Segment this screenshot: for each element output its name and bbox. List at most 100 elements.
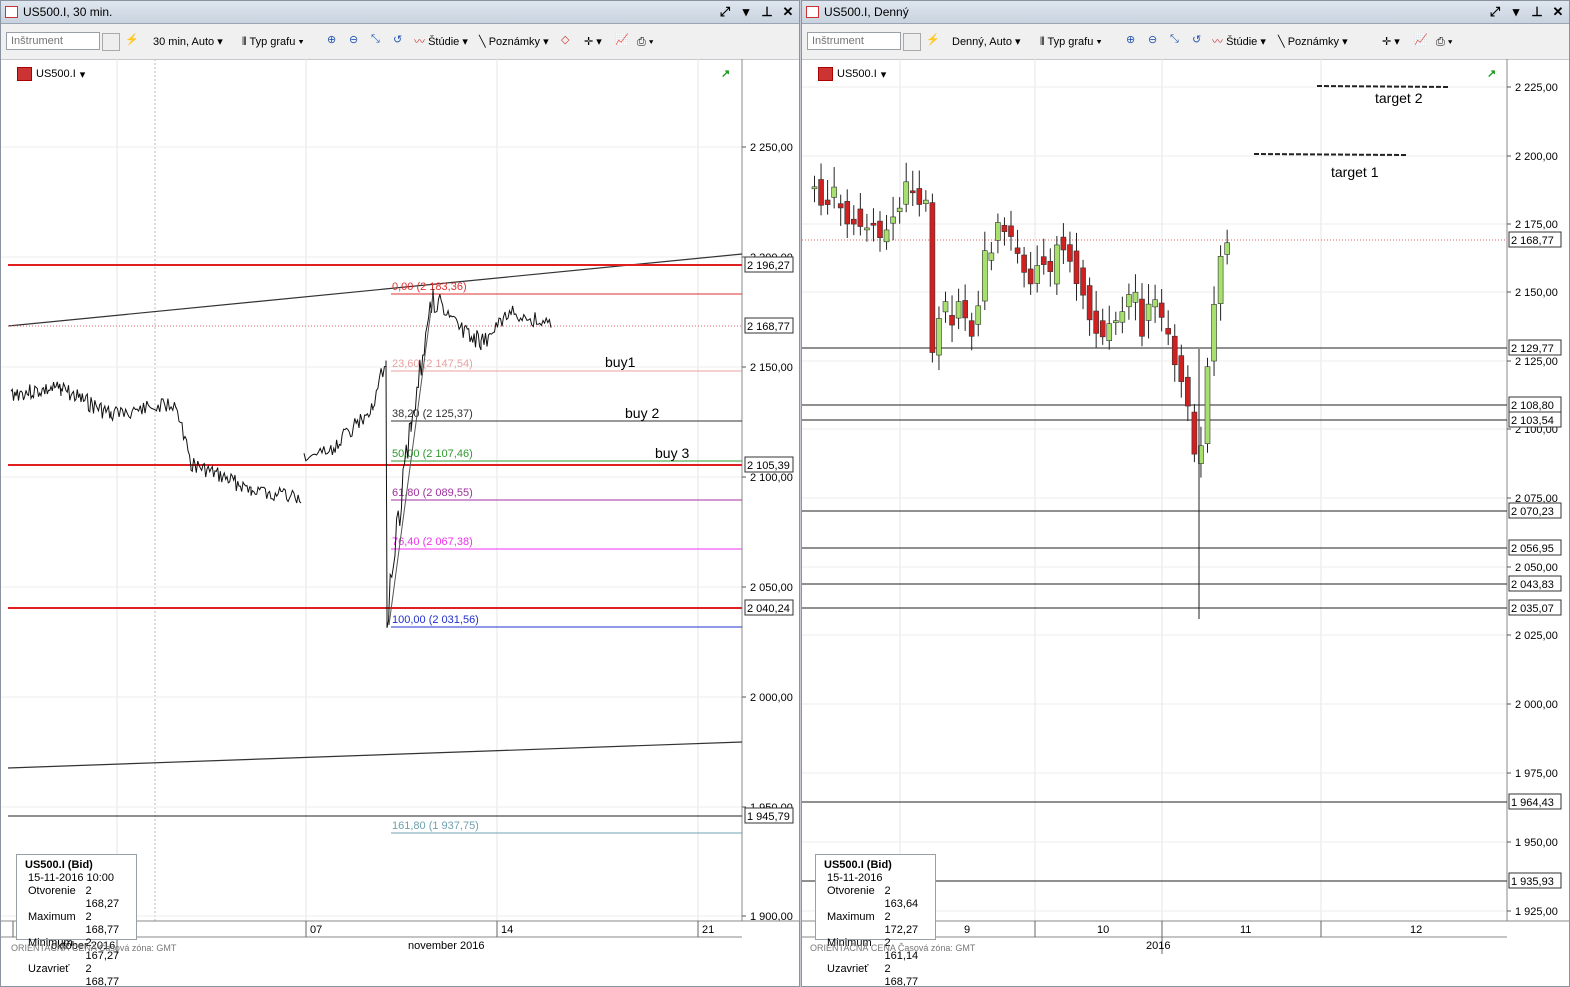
candle-body: [1008, 225, 1014, 237]
candle-body: [1034, 265, 1040, 284]
annotation-buy3: buy 3: [655, 445, 689, 461]
close-icon[interactable]: ✕: [781, 4, 795, 20]
refresh-icon[interactable]: ↺: [1192, 33, 1208, 49]
candle-body: [1086, 285, 1093, 321]
annotation-target2: target 2: [1375, 90, 1423, 106]
price-tag: 2 168,77: [1511, 235, 1554, 247]
pin-icon[interactable]: ⊥: [760, 4, 774, 20]
candle-body: [942, 301, 949, 313]
left-chart-area[interactable]: 2 250,002 200,002 150,002 100,002 050,00…: [1, 59, 800, 954]
instrument-input[interactable]: [6, 32, 100, 50]
candle-body: [857, 208, 864, 227]
price-tag: 1 935,93: [1511, 876, 1554, 888]
notes-dropdown[interactable]: ╲ Poznámky ▾: [479, 33, 549, 51]
price-tag: 2 103,54: [1511, 415, 1554, 427]
info-row: Otvorenie 2 163,64: [827, 885, 919, 910]
price-tag: 2 168,77: [747, 321, 790, 333]
right-footer-note: ORIENTAČNÁ CENA Časová zóna: GMT: [810, 943, 976, 953]
y-tick-label: 2 150,00: [1515, 287, 1558, 299]
candle-body: [936, 318, 942, 356]
candle-body: [896, 207, 903, 213]
zoom-out-icon[interactable]: ⊖: [1148, 33, 1164, 49]
x-tick-label: 10: [1097, 924, 1109, 936]
y-tick-label: 1 975,00: [1515, 768, 1558, 780]
x-tick-label: 9: [964, 924, 970, 936]
candle-body: [1152, 299, 1158, 308]
candle-body: [1139, 298, 1145, 337]
candle-body: [1185, 376, 1191, 407]
candle-body: [1126, 294, 1132, 308]
print-dropdown[interactable]: ⎙ ▾: [1436, 33, 1452, 51]
restore-icon[interactable]: ▾: [1509, 4, 1523, 20]
right-chart-window: US500.I, Denný ⤢ ▾ ⊥ ✕ ⚡ Denný, Auto ▾ ⫴…: [801, 0, 1570, 987]
price-tag: 2 196,27: [747, 260, 790, 272]
restore-icon[interactable]: ▾: [739, 4, 753, 20]
trend-line: [7, 741, 743, 769]
studies-dropdown[interactable]: 〰 Štúdie ▾: [1212, 33, 1266, 51]
print-dropdown[interactable]: ⎙ ▾: [637, 33, 653, 51]
autoscale-icon[interactable]: ⤡: [371, 33, 387, 49]
close-icon[interactable]: ✕: [1551, 4, 1565, 20]
right-info-box: US500.I (Bid) 15-11-2016 Otvorenie 2 163,…: [815, 854, 936, 986]
price-series: [10, 381, 302, 504]
chart-template-icon[interactable]: 📈: [615, 33, 631, 49]
instrument-list-icon[interactable]: [903, 33, 921, 51]
price-tag: 2 129,77: [1511, 343, 1554, 355]
zoom-out-icon[interactable]: ⊖: [349, 33, 365, 49]
maximize-icon[interactable]: ⤢: [1488, 4, 1502, 20]
instrument-list-icon[interactable]: [102, 33, 120, 51]
info-row: Maximum 2 168,77: [28, 911, 120, 936]
notes-dropdown[interactable]: ╲ Poznámky ▾: [1278, 33, 1348, 51]
chart-type-dropdown[interactable]: ⫴ Typ grafu ▾: [242, 33, 304, 51]
candle-body: [1132, 291, 1139, 303]
cfd-icon: [818, 67, 833, 81]
refresh-icon[interactable]: ↺: [393, 33, 409, 49]
right-titlebar[interactable]: US500.I, Denný ⤢ ▾ ⊥ ✕: [802, 1, 1569, 24]
candle-body: [995, 222, 1001, 241]
candle-body: [1204, 366, 1211, 445]
candle-body: [1106, 323, 1113, 341]
instrument-input[interactable]: [807, 32, 901, 50]
maximize-icon[interactable]: ⤢: [718, 4, 732, 20]
y-tick-label: 2 250,00: [750, 142, 793, 154]
trend-icon: ↗: [1487, 68, 1497, 80]
pin-icon[interactable]: ⊥: [1530, 4, 1544, 20]
right-symbol-label: US500.I: [837, 68, 877, 80]
period-icon[interactable]: ⚡: [125, 33, 141, 49]
period-icon[interactable]: ⚡: [926, 33, 942, 49]
crosshair-dropdown[interactable]: ✛ ▾: [584, 33, 602, 51]
annotation-buy1: buy1: [605, 354, 636, 370]
price-tag: 2 070,23: [1511, 506, 1554, 518]
timeframe-dropdown[interactable]: Denný, Auto ▾: [952, 33, 1021, 51]
zoom-in-icon[interactable]: ⊕: [1126, 33, 1142, 49]
eraser-icon[interactable]: ◇: [561, 33, 577, 49]
y-tick-label: 2 100,00: [750, 472, 793, 484]
right-toolbar: ⚡ Denný, Auto ▾ ⫴ Typ grafu ▾ ⊕ ⊖ ⤡ ↺ 〰 …: [802, 24, 1569, 60]
studies-dropdown[interactable]: 〰 Štúdie ▾: [414, 33, 468, 51]
left-symbol-selector[interactable]: US500.I ▾: [17, 67, 85, 81]
candle-body: [818, 179, 824, 206]
price-tag: 2 043,83: [1511, 579, 1554, 591]
chevron-down-icon: ▾: [79, 68, 86, 81]
candle-body: [1178, 355, 1185, 382]
candle-body: [1145, 303, 1152, 321]
right-symbol-selector[interactable]: US500.I ▾: [818, 67, 886, 81]
autoscale-icon[interactable]: ⤡: [1170, 33, 1186, 49]
x-year-label: 2016: [1146, 940, 1170, 952]
left-titlebar[interactable]: US500.I, 30 min. ⤢ ▾ ⊥ ✕: [1, 1, 799, 24]
right-chart-area[interactable]: 2 225,00 2 200,00 2 175,00 2 150,00 2 125,00…: [802, 59, 1570, 954]
zoom-in-icon[interactable]: ⊕: [327, 33, 343, 49]
candle-body: [1171, 335, 1178, 366]
y-tick-label: 2 175,00: [1515, 219, 1558, 231]
chart-template-icon[interactable]: 📈: [1414, 33, 1430, 49]
candle-body: [1060, 236, 1067, 251]
chart-type-dropdown[interactable]: ⫴ Typ grafu ▾: [1040, 33, 1102, 51]
crosshair-dropdown[interactable]: ✛ ▾: [1382, 33, 1400, 51]
x-tick-label: 07: [310, 924, 322, 936]
info-row: Otvorenie 2 168,27: [28, 885, 120, 910]
candle-body: [923, 199, 929, 205]
price-tag: 2 056,95: [1511, 543, 1554, 555]
candle-body: [909, 190, 916, 194]
annotation-buy2: buy 2: [625, 405, 659, 421]
timeframe-dropdown[interactable]: 30 min, Auto ▾: [153, 33, 223, 51]
